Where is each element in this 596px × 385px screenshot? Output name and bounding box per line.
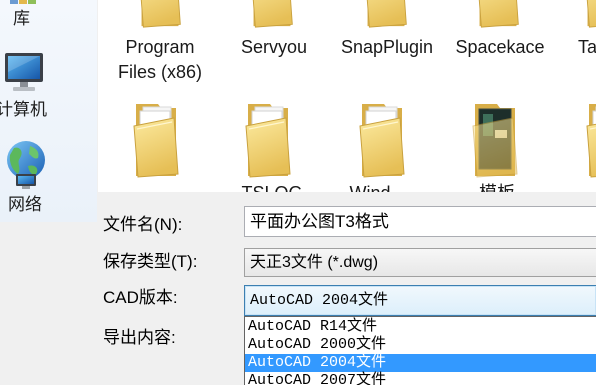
save-type-label: 保存类型(T): [103, 252, 198, 271]
file-name[interactable]: Servyou [224, 35, 324, 60]
file-name[interactable]: Spacekace [450, 35, 550, 60]
network-icon[interactable] [2, 138, 50, 190]
library-icon[interactable] [8, 0, 38, 6]
export-content-label: 导出内容: [103, 328, 176, 347]
folder-icon[interactable] [248, 0, 296, 28]
file-name[interactable]: Program Files (x86) [110, 35, 210, 85]
image-folder-icon[interactable] [469, 100, 521, 178]
folder-icon[interactable] [356, 100, 408, 178]
filename-value: 平面办公图T3格式 [250, 212, 389, 231]
dropdown-option[interactable]: AutoCAD 2000文件 [245, 336, 596, 354]
folder-icon[interactable] [130, 100, 182, 178]
computer-icon[interactable] [3, 50, 47, 94]
cad-version-label: CAD版本: [103, 288, 178, 307]
dropdown-option[interactable]: AutoCAD R14文件 [245, 318, 596, 336]
folder-icon[interactable] [583, 100, 596, 178]
file-name[interactable]: SnapPlugin [337, 35, 437, 60]
cad-version-dropdown-list[interactable]: AutoCAD R14文件 AutoCAD 2000文件 AutoCAD 200… [244, 316, 596, 385]
dropdown-option[interactable]: AutoCAD 2007文件 [245, 372, 596, 385]
save-type-value: 天正3文件 (*.dwg) [250, 254, 379, 271]
filename-input[interactable]: 平面办公图T3格式 [244, 206, 596, 237]
file-list[interactable]: Program Files (x86) Servyou SnapPlugin S… [98, 0, 596, 192]
file-name[interactable]: Ta [578, 35, 596, 60]
dropdown-option[interactable]: AutoCAD 2004文件 [245, 354, 596, 372]
nav-item-computer[interactable]: 计算机 [0, 100, 47, 120]
file-name[interactable]: TSLOG [222, 181, 322, 192]
folder-icon[interactable] [474, 0, 522, 28]
folder-icon[interactable] [362, 0, 410, 28]
navigation-pane: 库 计算机 网络 [0, 0, 97, 222]
filename-label: 文件名(N): [103, 215, 183, 234]
nav-item-network[interactable]: 网络 [8, 195, 42, 215]
folder-icon[interactable] [242, 100, 294, 178]
file-name[interactable]: Wind [320, 181, 420, 192]
folder-icon[interactable] [136, 0, 184, 28]
folder-icon[interactable] [582, 0, 596, 28]
nav-item-library[interactable]: 库 [13, 9, 30, 29]
file-name[interactable]: 模板 [447, 181, 547, 192]
save-type-select[interactable]: 天正3文件 (*.dwg) [244, 248, 596, 277]
cad-version-value: AutoCAD 2004文件 [250, 292, 389, 309]
cad-version-select[interactable]: AutoCAD 2004文件 [244, 285, 596, 316]
